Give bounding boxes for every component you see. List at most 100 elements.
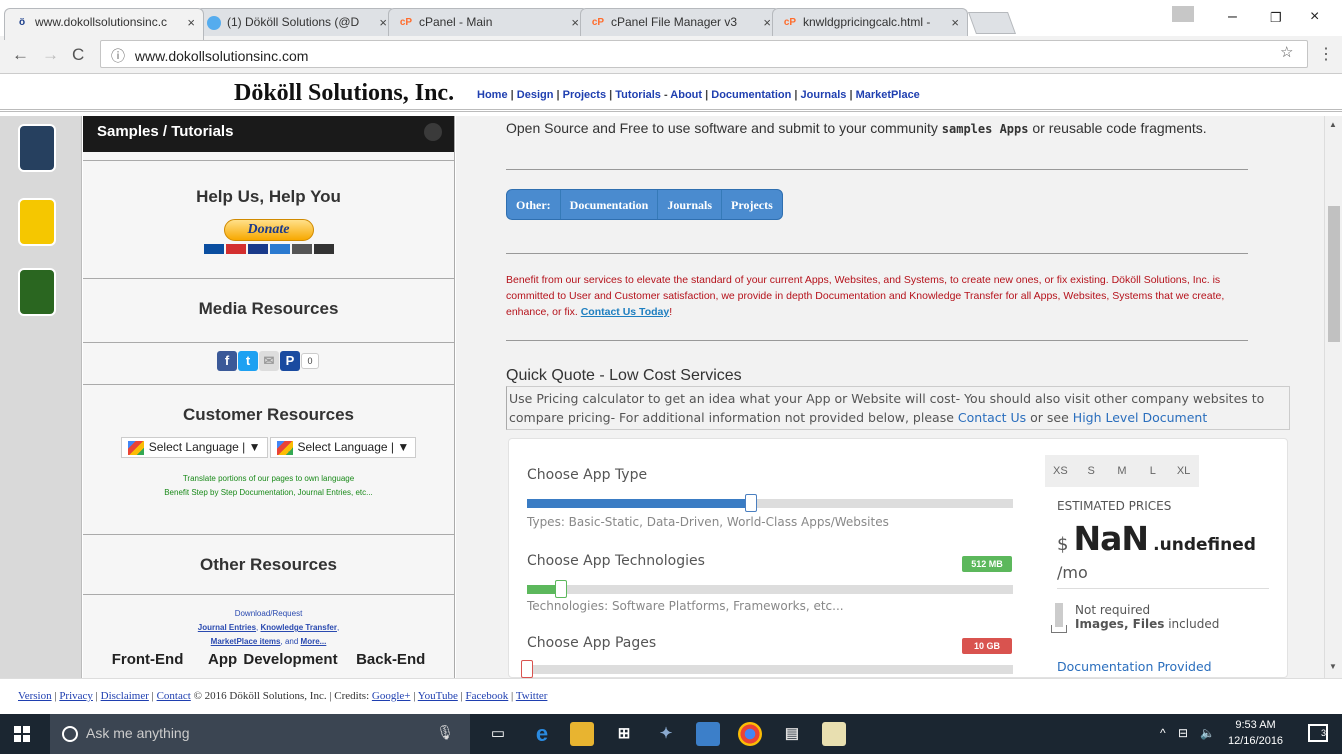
footer-privacy[interactable]: Privacy xyxy=(59,690,93,702)
file-manager-icon[interactable]: ▤ xyxy=(780,722,804,746)
divider xyxy=(506,340,1248,341)
email-icon[interactable]: ✉ xyxy=(259,351,279,371)
high-level-doc-link[interactable]: High Level Document xyxy=(1073,410,1207,425)
tech-slider[interactable] xyxy=(527,580,1013,598)
scroll-down-icon[interactable]: ▼ xyxy=(1329,662,1337,671)
journal-entries-link[interactable]: Journal Entries xyxy=(198,623,256,632)
pill-journals[interactable]: Journals xyxy=(658,190,723,219)
size-s[interactable]: S xyxy=(1076,455,1107,487)
footer-version[interactable]: Version xyxy=(18,690,52,702)
size-m[interactable]: M xyxy=(1107,455,1138,487)
donate-button[interactable]: Donate xyxy=(223,219,314,241)
windows-start-icon[interactable] xyxy=(14,726,30,742)
task-view-icon[interactable]: ▭ xyxy=(486,722,510,746)
file-explorer-icon[interactable] xyxy=(570,722,594,746)
nav-about[interactable]: About xyxy=(670,89,702,101)
nav-marketplace[interactable]: MarketPlace xyxy=(856,89,920,101)
notification-icon[interactable]: 3 xyxy=(1308,724,1328,742)
pinterest-icon[interactable]: P xyxy=(280,351,300,371)
close-window-button[interactable]: × xyxy=(1310,8,1319,26)
settings-app-icon[interactable]: ✦ xyxy=(654,722,678,746)
yellow-tile[interactable] xyxy=(18,198,56,246)
language-select[interactable]: Select Language | ▼ xyxy=(120,437,268,458)
store-icon[interactable]: ⊞ xyxy=(612,722,636,746)
microphone-icon[interactable]: 🎙 xyxy=(436,724,454,741)
volume-icon[interactable]: 🔈 xyxy=(1200,726,1215,740)
scroll-thumb[interactable] xyxy=(1328,206,1340,342)
images-toggle[interactable] xyxy=(1055,603,1063,627)
close-tab-icon[interactable]: × xyxy=(379,15,387,30)
notepad-app-icon[interactable] xyxy=(822,722,846,746)
scroll-up-icon[interactable]: ▲ xyxy=(1329,120,1337,129)
images-option: Not required Images, Files included xyxy=(1051,603,1219,633)
footer-disclaimer[interactable]: Disclaimer xyxy=(101,690,149,702)
app-type-handle[interactable] xyxy=(744,494,757,512)
footer-contact[interactable]: Contact xyxy=(157,690,191,702)
documentation-provided[interactable]: Documentation Provided xyxy=(1057,659,1212,674)
cpanel-favicon-icon: cP xyxy=(591,17,605,28)
footer-twitter[interactable]: Twitter xyxy=(516,690,548,702)
close-tab-icon[interactable]: × xyxy=(187,15,195,30)
main-content: Open Source and Free to use software and… xyxy=(456,116,1324,678)
toggle-dot-icon[interactable] xyxy=(424,123,442,141)
green-tile[interactable] xyxy=(18,268,56,316)
tech-handle[interactable] xyxy=(555,580,568,598)
knowledge-transfer-link[interactable]: Knowledge Transfer xyxy=(261,623,337,632)
size-xs[interactable]: XS xyxy=(1045,455,1076,487)
close-tab-icon[interactable]: × xyxy=(951,15,959,30)
pill-projects[interactable]: Projects xyxy=(722,190,782,219)
app-type-slider[interactable] xyxy=(527,494,1013,512)
pages-handle[interactable] xyxy=(521,660,533,678)
bookmark-star-icon[interactable]: ☆ xyxy=(1280,43,1293,61)
minimize-button[interactable]: – xyxy=(1228,8,1237,26)
marketplace-items-link[interactable]: MarketPlace items xyxy=(211,637,281,646)
sidebar-header: Samples / Tutorials xyxy=(83,116,454,152)
size-xl[interactable]: XL xyxy=(1168,455,1199,487)
language-select-2[interactable]: Select Language | ▼ xyxy=(269,437,417,458)
size-l[interactable]: L xyxy=(1137,455,1168,487)
pill-other[interactable]: Other: xyxy=(507,190,561,219)
info-icon[interactable]: ⓘ xyxy=(111,48,125,64)
profile-icon[interactable] xyxy=(1172,6,1194,22)
network-icon[interactable]: ⊟ xyxy=(1178,726,1188,740)
new-tab-button[interactable] xyxy=(967,12,1017,34)
browser-menu-icon[interactable]: ⋮ xyxy=(1318,44,1334,64)
close-tab-icon[interactable]: × xyxy=(571,15,579,30)
nav-home[interactable]: Home xyxy=(477,89,508,101)
currency-symbol: $ xyxy=(1057,534,1069,555)
url-field[interactable]: ⓘ www.dokollsolutionsinc.com xyxy=(100,40,1308,68)
reload-icon[interactable]: C xyxy=(72,45,84,65)
forward-arrow-icon[interactable]: → xyxy=(42,45,59,65)
app-type-label: Choose App Type xyxy=(527,467,648,483)
nav-journals[interactable]: Journals xyxy=(801,89,847,101)
twitter-icon[interactable]: t xyxy=(238,351,258,371)
tab-dokoll-site[interactable]: ö www.dokollsolutionsinc.c × xyxy=(4,8,204,40)
nav-projects[interactable]: Projects xyxy=(563,89,606,101)
back-arrow-icon[interactable]: ← xyxy=(12,45,29,65)
facebook-icon[interactable]: f xyxy=(217,351,237,371)
contact-today-link[interactable]: Contact Us Today xyxy=(581,306,669,318)
nav-documentation[interactable]: Documentation xyxy=(711,89,791,101)
system-clock[interactable]: 9:53 AM 12/16/2016 xyxy=(1228,717,1283,749)
chrome-icon[interactable] xyxy=(738,722,762,746)
more-link[interactable]: More... xyxy=(301,637,327,646)
edge-icon[interactable]: e xyxy=(530,722,554,746)
pill-documentation[interactable]: Documentation xyxy=(561,190,659,219)
footer-google[interactable]: Google+ xyxy=(372,690,411,702)
close-tab-icon[interactable]: × xyxy=(763,15,771,30)
footer-youtube[interactable]: YouTube xyxy=(418,690,458,702)
tray-chevron-icon[interactable]: ^ xyxy=(1160,726,1166,740)
maximize-button[interactable]: ❐ xyxy=(1270,10,1282,26)
photos-app-icon[interactable] xyxy=(696,722,720,746)
footer-facebook[interactable]: Facebook xyxy=(466,690,509,702)
translate-line-2: Benefit Step by Step Documentation, Jour… xyxy=(164,487,373,497)
nav-design[interactable]: Design xyxy=(517,89,554,101)
contact-us-link[interactable]: Contact Us xyxy=(958,410,1026,425)
google-translate-icon xyxy=(276,440,293,455)
navy-tile[interactable] xyxy=(18,124,56,172)
images-checkbox[interactable] xyxy=(1051,625,1067,633)
nav-tutorials[interactable]: Tutorials xyxy=(615,89,661,101)
pages-slider[interactable] xyxy=(521,660,1013,678)
page-scrollbar[interactable]: ▲ ▼ xyxy=(1324,116,1342,678)
cortana-search-box[interactable]: Ask me anything 🎙 xyxy=(50,714,470,754)
